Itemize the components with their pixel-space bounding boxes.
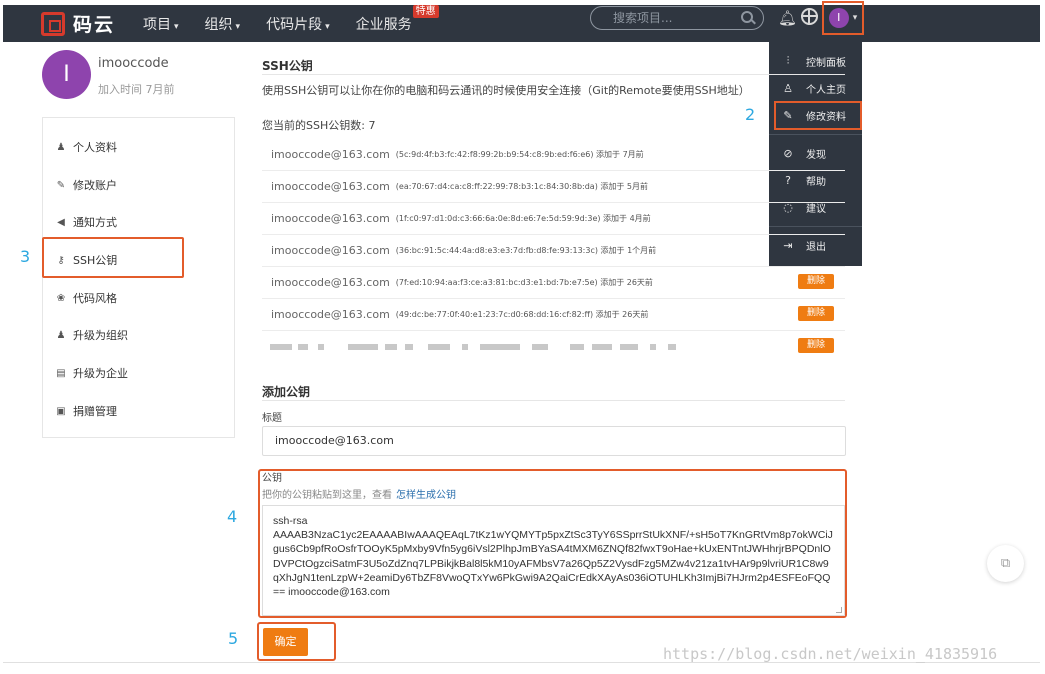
- key-fingerprint: (7f:ed:10:94:aa:f3:ce:a3:81:bc:d3:e1:bd:…: [395, 278, 653, 287]
- profile-name[interactable]: imooccode: [98, 56, 169, 71]
- public-key-textarea[interactable]: ssh-rsa AAAAB3NzaC1yc2EAAAABIwAAAQEAqL7t…: [262, 505, 845, 616]
- public-key-value: ssh-rsa AAAAB3NzaC1yc2EAAAABIwAAAQEAqL7t…: [273, 515, 833, 599]
- menu-item-homepage[interactable]: ♙ 个人主页: [769, 75, 862, 101]
- ssh-keys-highlight: [42, 237, 184, 278]
- chevron-down-icon: ▾: [235, 21, 241, 32]
- main-nav: 项目 ▾ 组织 ▾ 代码片段 ▾ 企业服务 特惠: [143, 4, 439, 34]
- globe-icon[interactable]: [801, 8, 818, 25]
- ssh-key-row: imooccode@163.com (1f:c0:97:d1:0d:c3:66:6…: [262, 203, 845, 235]
- sidebar-item-label: 修改账户: [73, 179, 117, 192]
- nav-projects[interactable]: 项目 ▾: [143, 14, 179, 34]
- title-label: 标题: [262, 413, 282, 424]
- menu-item-label: 个人主页: [806, 84, 846, 96]
- user-icon: ♙: [783, 81, 793, 95]
- nav-organizations[interactable]: 组织 ▾: [205, 14, 241, 34]
- resize-handle[interactable]: [836, 607, 842, 613]
- menu-divider: [769, 134, 862, 135]
- key-email: imooccode@163.com: [271, 180, 390, 193]
- logo-text: 码云: [73, 14, 116, 36]
- sidebar-item-upgrade-enterprise[interactable]: ▤ 升级为企业: [55, 364, 128, 382]
- step-number-3: 3: [20, 247, 31, 266]
- delete-key-button[interactable]: 删除: [798, 338, 834, 353]
- key-email: imooccode@163.com: [271, 148, 390, 161]
- search-placeholder: 搜索项目...: [613, 11, 673, 25]
- search-input[interactable]: 搜索项目...: [590, 6, 764, 30]
- search-icon[interactable]: [741, 11, 753, 23]
- delete-key-button[interactable]: 删除: [798, 274, 834, 289]
- ssh-key-row: imooccode@163.com (49:dc:be:77:0f:40:e1:2…: [262, 299, 845, 331]
- sidebar-item-label: 通知方式: [73, 216, 117, 229]
- step-number-2: 2: [745, 105, 756, 124]
- pencil-icon: ✎: [56, 179, 66, 191]
- key-fingerprint: (ea:70:67:d4:ca:c8:ff:22:99:78:b3:1c:84:…: [395, 182, 649, 191]
- key-email: imooccode@163.com: [271, 212, 390, 225]
- key-email: imooccode@163.com: [271, 244, 390, 257]
- menu-item-label: 控制面板: [806, 57, 846, 69]
- menu-item-dashboard[interactable]: ⫶ 控制面板: [769, 48, 862, 74]
- gift-icon: ▣: [56, 405, 66, 417]
- key-email: imooccode@163.com: [271, 308, 390, 321]
- key-fingerprint: (49:dc:be:77:0f:40:e1:23:7c:d0:68:dd:16:…: [395, 310, 649, 319]
- group-icon: ♟: [56, 329, 66, 341]
- chevron-down-icon: ▾: [325, 21, 330, 32]
- confirm-button[interactable]: 确定: [263, 628, 308, 656]
- chevron-down-icon: ▾: [174, 21, 179, 32]
- sidebar-item-label: 捐赠管理: [73, 405, 117, 418]
- sidebar-item-profile[interactable]: ♟ 个人资料: [55, 138, 117, 156]
- top-nav-bar: 码云 项目 ▾ 组织 ▾ 代码片段 ▾ 企业服务 特惠: [3, 4, 1040, 42]
- ssh-key-row: imooccode@163.com (5c:9d:4f:b3:fc:42:f8:9…: [262, 139, 845, 171]
- logo[interactable]: 码云: [41, 10, 115, 37]
- sidebar-item-code-style[interactable]: ❀ 代码风格: [55, 289, 117, 307]
- watermark: https://blog.csdn.net/weixin_41835916: [663, 645, 998, 663]
- step-number-5: 5: [228, 629, 239, 648]
- section-divider: [262, 400, 845, 401]
- nav-snippets[interactable]: 代码片段 ▾: [266, 14, 330, 34]
- sliders-icon: ⫶: [786, 54, 790, 67]
- public-key-hint: 把你的公钥粘贴到这里，查看 怎样生成公钥: [262, 486, 456, 501]
- sidebar-item-upgrade-organization[interactable]: ♟ 升级为组织: [55, 326, 128, 344]
- section-divider: [262, 74, 845, 75]
- external-link-icon[interactable]: ⧉: [987, 545, 1024, 582]
- key-fingerprint: (1f:c0:97:d1:0d:c3:66:6a:0e:8d:e6:7e:5d:…: [395, 214, 651, 223]
- building-icon: ▤: [56, 367, 66, 379]
- ssh-key-row: imooccode@163.com (7f:ed:10:94:aa:f3:ce:a…: [262, 267, 845, 299]
- special-offer-badge: 特惠: [412, 4, 439, 18]
- sidebar-item-label: 升级为组织: [73, 329, 128, 342]
- user-menu-button[interactable]: I ▾: [822, 1, 864, 35]
- sidebar-item-label: 升级为企业: [73, 367, 128, 380]
- hint-text: 把你的公钥粘贴到这里，查看: [262, 490, 392, 501]
- key-email: imooccode@163.com: [271, 276, 390, 289]
- key-title-input[interactable]: imooccode@163.com: [262, 426, 846, 456]
- ssh-section-title: SSH公钥: [262, 59, 313, 73]
- sidebar-item-notifications[interactable]: ◀ 通知方式: [55, 213, 117, 231]
- code-style-icon: ❀: [56, 292, 66, 304]
- ssh-key-count: 您当前的SSH公钥数: 7: [262, 119, 376, 132]
- sidebar-item-label: 代码风格: [73, 292, 117, 305]
- public-key-label: 公钥: [262, 473, 282, 484]
- chevron-down-icon: ▾: [852, 13, 858, 23]
- avatar: I: [828, 8, 849, 28]
- key-fingerprint: (5c:9d:4f:b3:fc:42:f8:99:2b:b9:54:c8:9b:…: [395, 150, 644, 159]
- blurred-key-row: [270, 344, 690, 350]
- ssh-description: 使用SSH公钥可以让你在你的电脑和码云通讯的时候使用安全连接（Git的Remot…: [262, 84, 750, 97]
- bell-icon[interactable]: 🔔︎: [778, 9, 797, 27]
- profile-join-date: 加入时间 7月前: [98, 83, 175, 96]
- volume-icon: ◀: [57, 216, 65, 228]
- ssh-key-row: imooccode@163.com (ea:70:67:d4:ca:c8:ff:2…: [262, 171, 845, 203]
- ssh-key-row: imooccode@163.com (36:bc:91:5c:44:4a:d8:e…: [262, 235, 845, 267]
- sidebar-item-account[interactable]: ✎ 修改账户: [55, 176, 117, 194]
- step-number-4: 4: [227, 507, 238, 526]
- nav-enterprise[interactable]: 企业服务 特惠: [356, 4, 439, 34]
- sidebar-item-label: 个人资料: [73, 141, 117, 154]
- sidebar-item-donation[interactable]: ▣ 捐赠管理: [55, 402, 117, 420]
- how-to-generate-link[interactable]: 怎样生成公钥: [396, 490, 456, 501]
- delete-key-button[interactable]: 删除: [798, 306, 834, 321]
- key-fingerprint: (36:bc:91:5c:44:4a:d8:e3:e3:7d:fb:d8:fe:…: [395, 246, 657, 255]
- add-key-title: 添加公钥: [262, 385, 311, 399]
- edit-profile-highlight: [774, 101, 862, 130]
- user-icon: ♟: [56, 141, 66, 153]
- logo-icon: [41, 11, 65, 36]
- profile-avatar[interactable]: I: [42, 50, 91, 99]
